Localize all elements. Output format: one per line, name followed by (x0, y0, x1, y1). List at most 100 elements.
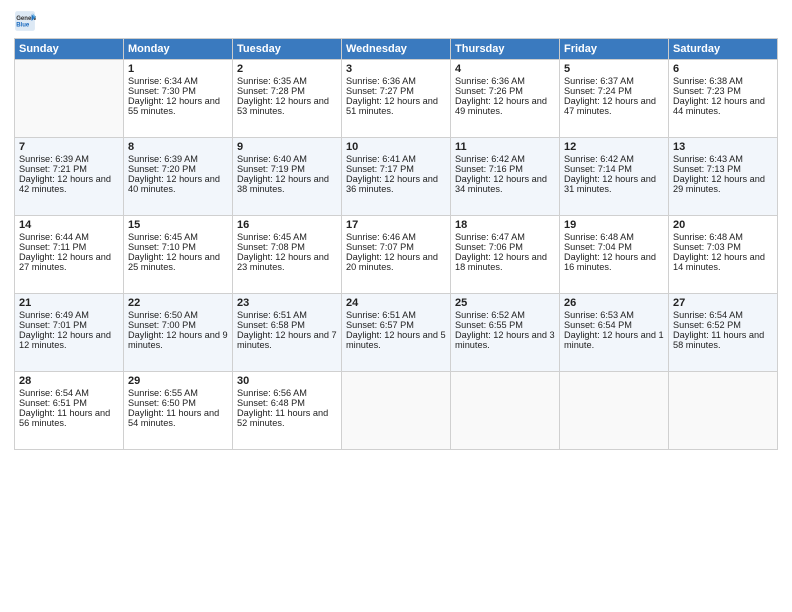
calendar-cell (560, 372, 669, 450)
calendar-cell: 28Sunrise: 6:54 AMSunset: 6:51 PMDayligh… (15, 372, 124, 450)
col-header-tuesday: Tuesday (233, 39, 342, 60)
calendar-cell: 2Sunrise: 6:35 AMSunset: 7:28 PMDaylight… (233, 60, 342, 138)
day-number: 1 (128, 63, 228, 75)
calendar-cell: 7Sunrise: 6:39 AMSunset: 7:21 PMDaylight… (15, 138, 124, 216)
day-number: 5 (564, 63, 664, 75)
week-row-2: 7Sunrise: 6:39 AMSunset: 7:21 PMDaylight… (15, 138, 778, 216)
day-number: 19 (564, 219, 664, 231)
day-number: 21 (19, 297, 119, 309)
daylight-text: Daylight: 12 hours and 42 minutes. (19, 174, 119, 194)
header-row: SundayMondayTuesdayWednesdayThursdayFrid… (15, 39, 778, 60)
calendar-cell (342, 372, 451, 450)
header: General Blue (14, 10, 778, 32)
calendar-cell: 27Sunrise: 6:54 AMSunset: 6:52 PMDayligh… (669, 294, 778, 372)
sunrise-text: Sunrise: 6:56 AM (237, 388, 337, 398)
calendar-cell: 11Sunrise: 6:42 AMSunset: 7:16 PMDayligh… (451, 138, 560, 216)
day-number: 20 (673, 219, 773, 231)
sunrise-text: Sunrise: 6:42 AM (455, 154, 555, 164)
sunrise-text: Sunrise: 6:39 AM (19, 154, 119, 164)
calendar-cell: 9Sunrise: 6:40 AMSunset: 7:19 PMDaylight… (233, 138, 342, 216)
sunset-text: Sunset: 7:19 PM (237, 164, 337, 174)
calendar-cell: 30Sunrise: 6:56 AMSunset: 6:48 PMDayligh… (233, 372, 342, 450)
col-header-sunday: Sunday (15, 39, 124, 60)
sunset-text: Sunset: 6:58 PM (237, 320, 337, 330)
sunset-text: Sunset: 6:54 PM (564, 320, 664, 330)
sunrise-text: Sunrise: 6:46 AM (346, 232, 446, 242)
sunrise-text: Sunrise: 6:54 AM (673, 310, 773, 320)
sunrise-text: Sunrise: 6:48 AM (564, 232, 664, 242)
calendar-cell: 29Sunrise: 6:55 AMSunset: 6:50 PMDayligh… (124, 372, 233, 450)
col-header-wednesday: Wednesday (342, 39, 451, 60)
day-number: 26 (564, 297, 664, 309)
sunset-text: Sunset: 7:11 PM (19, 242, 119, 252)
calendar-cell: 14Sunrise: 6:44 AMSunset: 7:11 PMDayligh… (15, 216, 124, 294)
sunrise-text: Sunrise: 6:43 AM (673, 154, 773, 164)
daylight-text: Daylight: 12 hours and 18 minutes. (455, 252, 555, 272)
calendar-cell: 10Sunrise: 6:41 AMSunset: 7:17 PMDayligh… (342, 138, 451, 216)
sunrise-text: Sunrise: 6:40 AM (237, 154, 337, 164)
week-row-1: 1Sunrise: 6:34 AMSunset: 7:30 PMDaylight… (15, 60, 778, 138)
sunrise-text: Sunrise: 6:45 AM (128, 232, 228, 242)
sunset-text: Sunset: 6:51 PM (19, 398, 119, 408)
sunrise-text: Sunrise: 6:52 AM (455, 310, 555, 320)
sunrise-text: Sunrise: 6:37 AM (564, 76, 664, 86)
sunrise-text: Sunrise: 6:51 AM (237, 310, 337, 320)
col-header-friday: Friday (560, 39, 669, 60)
daylight-text: Daylight: 12 hours and 55 minutes. (128, 96, 228, 116)
col-header-saturday: Saturday (669, 39, 778, 60)
daylight-text: Daylight: 12 hours and 7 minutes. (237, 330, 337, 350)
calendar-cell: 24Sunrise: 6:51 AMSunset: 6:57 PMDayligh… (342, 294, 451, 372)
day-number: 12 (564, 141, 664, 153)
daylight-text: Daylight: 12 hours and 31 minutes. (564, 174, 664, 194)
sunrise-text: Sunrise: 6:45 AM (237, 232, 337, 242)
week-row-4: 21Sunrise: 6:49 AMSunset: 7:01 PMDayligh… (15, 294, 778, 372)
sunset-text: Sunset: 7:26 PM (455, 86, 555, 96)
daylight-text: Daylight: 12 hours and 34 minutes. (455, 174, 555, 194)
sunrise-text: Sunrise: 6:34 AM (128, 76, 228, 86)
sunset-text: Sunset: 7:23 PM (673, 86, 773, 96)
daylight-text: Daylight: 12 hours and 5 minutes. (346, 330, 446, 350)
daylight-text: Daylight: 12 hours and 9 minutes. (128, 330, 228, 350)
daylight-text: Daylight: 12 hours and 23 minutes. (237, 252, 337, 272)
sunset-text: Sunset: 7:24 PM (564, 86, 664, 96)
daylight-text: Daylight: 12 hours and 12 minutes. (19, 330, 119, 350)
calendar-cell: 8Sunrise: 6:39 AMSunset: 7:20 PMDaylight… (124, 138, 233, 216)
daylight-text: Daylight: 12 hours and 36 minutes. (346, 174, 446, 194)
sunset-text: Sunset: 7:27 PM (346, 86, 446, 96)
daylight-text: Daylight: 12 hours and 3 minutes. (455, 330, 555, 350)
sunset-text: Sunset: 7:30 PM (128, 86, 228, 96)
day-number: 17 (346, 219, 446, 231)
calendar-cell (669, 372, 778, 450)
sunset-text: Sunset: 6:50 PM (128, 398, 228, 408)
daylight-text: Daylight: 12 hours and 16 minutes. (564, 252, 664, 272)
page-container: General Blue SundayMondayTuesdayWednesda… (0, 0, 792, 612)
calendar-cell (451, 372, 560, 450)
calendar-cell: 19Sunrise: 6:48 AMSunset: 7:04 PMDayligh… (560, 216, 669, 294)
svg-text:Blue: Blue (16, 23, 30, 29)
daylight-text: Daylight: 11 hours and 54 minutes. (128, 408, 228, 428)
sunrise-text: Sunrise: 6:44 AM (19, 232, 119, 242)
sunrise-text: Sunrise: 6:54 AM (19, 388, 119, 398)
day-number: 8 (128, 141, 228, 153)
daylight-text: Daylight: 12 hours and 44 minutes. (673, 96, 773, 116)
day-number: 23 (237, 297, 337, 309)
col-header-thursday: Thursday (451, 39, 560, 60)
day-number: 4 (455, 63, 555, 75)
day-number: 28 (19, 375, 119, 387)
calendar-cell: 26Sunrise: 6:53 AMSunset: 6:54 PMDayligh… (560, 294, 669, 372)
day-number: 14 (19, 219, 119, 231)
day-number: 2 (237, 63, 337, 75)
daylight-text: Daylight: 12 hours and 38 minutes. (237, 174, 337, 194)
logo-icon: General Blue (14, 10, 36, 32)
sunrise-text: Sunrise: 6:35 AM (237, 76, 337, 86)
day-number: 13 (673, 141, 773, 153)
logo: General Blue (14, 10, 38, 32)
calendar-cell: 18Sunrise: 6:47 AMSunset: 7:06 PMDayligh… (451, 216, 560, 294)
daylight-text: Daylight: 12 hours and 20 minutes. (346, 252, 446, 272)
daylight-text: Daylight: 12 hours and 49 minutes. (455, 96, 555, 116)
sunrise-text: Sunrise: 6:48 AM (673, 232, 773, 242)
day-number: 29 (128, 375, 228, 387)
sunset-text: Sunset: 6:52 PM (673, 320, 773, 330)
daylight-text: Daylight: 11 hours and 52 minutes. (237, 408, 337, 428)
sunset-text: Sunset: 7:01 PM (19, 320, 119, 330)
